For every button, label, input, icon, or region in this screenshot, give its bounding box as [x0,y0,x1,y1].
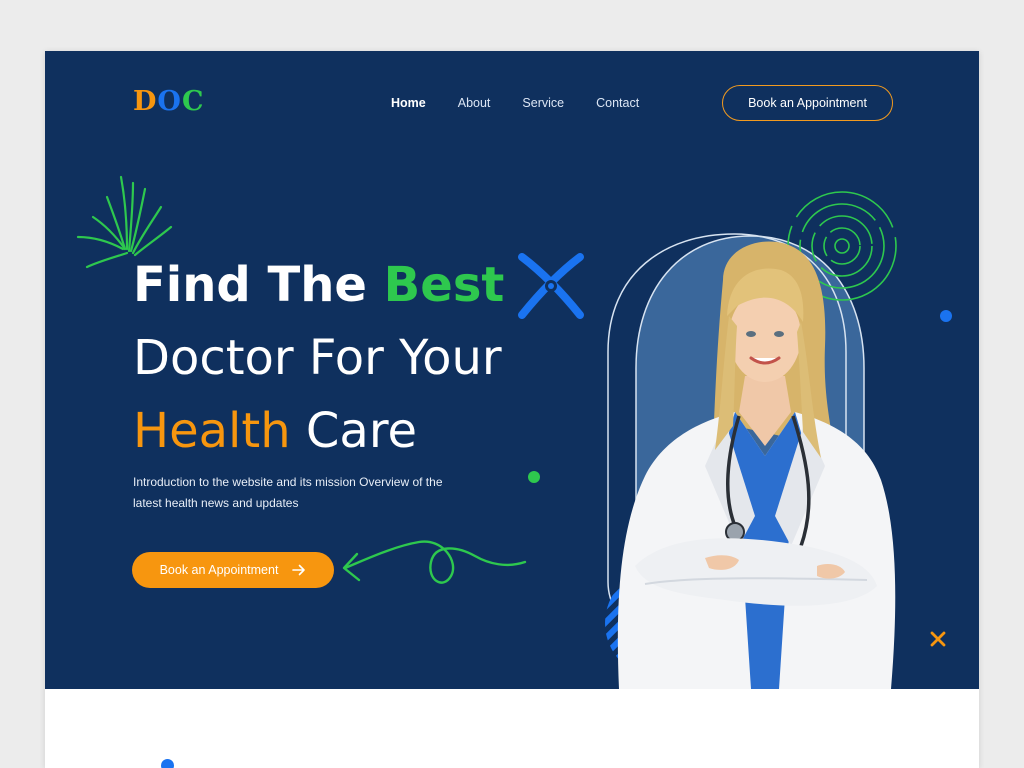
doctor-image [617,241,896,689]
cta-appointment-button[interactable]: Book an Appointment [132,552,334,588]
nav-service[interactable]: Service [522,96,564,110]
nav-contact[interactable]: Contact [596,96,639,110]
logo-letter-c: C [181,86,205,117]
headline-line-1: Find The Best [133,249,504,322]
green-dot [528,471,540,483]
headline-text: Care [290,403,418,459]
nav-home[interactable]: Home [391,96,426,110]
logo[interactable]: DOC [133,88,204,115]
headline-highlight-best: Best [383,257,505,313]
header-appointment-button[interactable]: Book an Appointment [722,85,893,121]
close-x-decoration-icon [930,631,946,647]
nav-about[interactable]: About [458,96,491,110]
hero-section: DOC Home About Service Contact Book an A… [45,51,979,689]
headline-line-2: Doctor For Your [133,330,502,386]
x-shape-icon [518,253,584,319]
next-section [45,689,979,768]
hero-intro: Introduction to the website and its miss… [133,475,443,510]
hero-headline: Find The Best Doctor For Your Health Car… [133,249,504,468]
logo-letter-d: D [133,86,158,117]
section-dot [161,759,174,768]
browser-frame: DOC Home About Service Contact Book an A… [45,51,979,768]
cta-label: Book an Appointment [159,563,279,577]
blue-dot [940,310,952,322]
logo-letter-o: O [157,86,182,117]
headline-line-3: Health Care [133,395,504,468]
headline-text: Find The [133,257,384,313]
squiggle-arrow-icon [342,540,527,584]
arrow-right-icon [292,564,306,576]
headline-highlight-health: Health [133,403,291,459]
main-nav: Home About Service Contact [391,96,639,110]
